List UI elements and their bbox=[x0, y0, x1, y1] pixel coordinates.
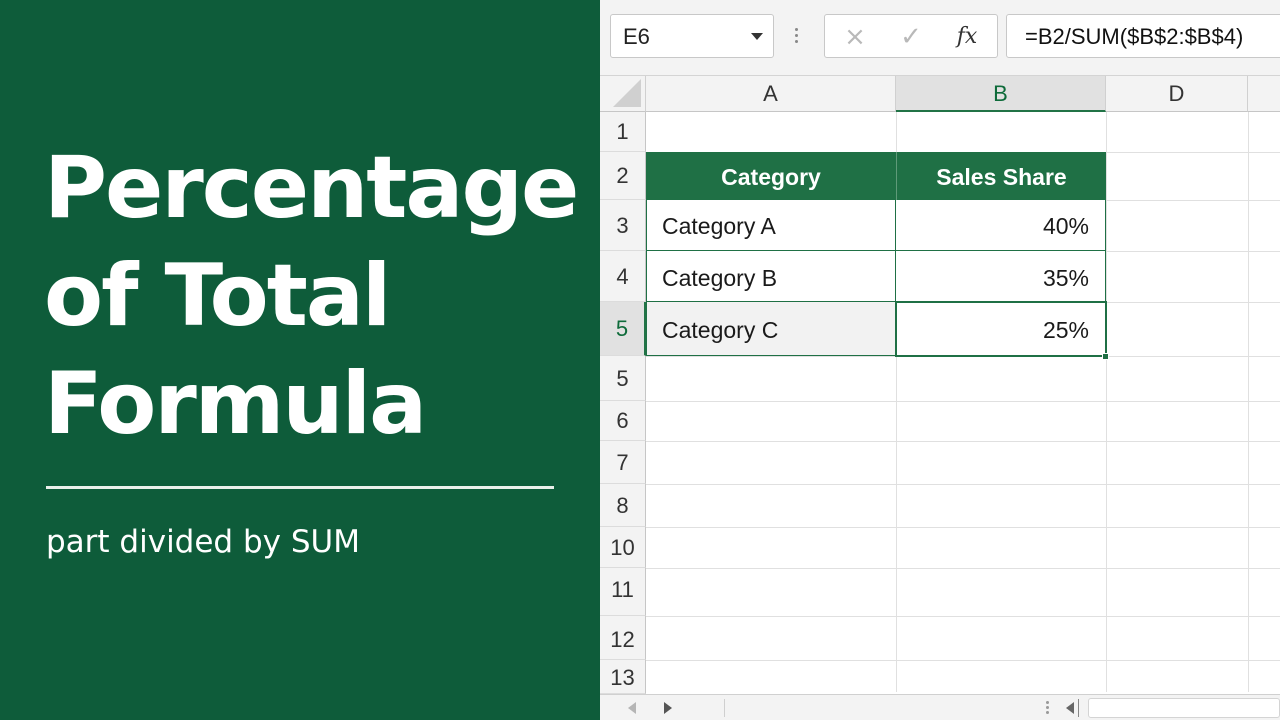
row-header-12[interactable]: 12 bbox=[600, 616, 646, 660]
row-header-2[interactable]: 2 bbox=[600, 152, 646, 200]
horizontal-scroll-left-icon[interactable] bbox=[1066, 702, 1074, 714]
column-header-b[interactable]: B bbox=[896, 76, 1106, 112]
row-header-6[interactable]: 6 bbox=[600, 401, 646, 441]
row-header-8[interactable]: 8 bbox=[600, 484, 646, 527]
horizontal-scrollbar[interactable] bbox=[1088, 698, 1280, 718]
grid-line bbox=[646, 660, 1280, 661]
title-divider bbox=[46, 486, 554, 489]
formula-buttons: × ✓ fx bbox=[824, 14, 998, 58]
select-all-corner[interactable] bbox=[600, 76, 646, 112]
table-header-sales-share[interactable]: Sales Share bbox=[896, 152, 1106, 200]
scroll-left-icon[interactable] bbox=[628, 702, 636, 714]
title-panel: Percentage of Total Formula part divided… bbox=[0, 0, 600, 720]
row-header-5[interactable]: 5 bbox=[600, 302, 646, 356]
page-subtitle: part divided by SUM bbox=[46, 524, 360, 560]
table-cell-category[interactable]: Category B bbox=[646, 251, 896, 302]
grid-line bbox=[646, 484, 1280, 485]
row-header-13[interactable]: 13 bbox=[600, 660, 646, 694]
formula-bar: E6 × ✓ fx =B2/SUM($B$2:$B$4) bbox=[600, 0, 1280, 76]
column-header-d[interactable]: D bbox=[1106, 76, 1248, 112]
row-header-3[interactable]: 3 bbox=[600, 200, 646, 251]
table-cell-category[interactable]: Category C bbox=[646, 302, 896, 356]
row-header-7[interactable]: 7 bbox=[600, 441, 646, 484]
title-line-1: Percentage bbox=[44, 138, 579, 238]
name-box-value: E6 bbox=[623, 24, 650, 49]
formula-input[interactable]: =B2/SUM($B$2:$B$4) bbox=[1006, 14, 1280, 58]
grid-line bbox=[646, 527, 1280, 528]
check-icon[interactable]: ✓ bbox=[883, 15, 939, 59]
spreadsheet: E6 × ✓ fx =B2/SUM($B$2:$B$4) A B D 1 2 3… bbox=[600, 0, 1280, 720]
table-cell-share[interactable]: 40% bbox=[896, 200, 1106, 251]
column-header-a[interactable]: A bbox=[646, 76, 896, 112]
row-header-11[interactable]: 11 bbox=[600, 568, 646, 616]
table-cell-share[interactable]: 25% bbox=[896, 302, 1106, 356]
split-handle-icon[interactable] bbox=[1046, 701, 1049, 715]
sheet-tab-bar bbox=[600, 694, 1280, 720]
grid-line bbox=[1248, 112, 1249, 692]
insert-function-icon[interactable]: fx bbox=[939, 15, 995, 59]
scroll-right-icon[interactable] bbox=[664, 702, 672, 714]
grid-line bbox=[646, 441, 1280, 442]
table-header-category[interactable]: Category bbox=[646, 152, 896, 200]
title-line-2: of Total bbox=[44, 246, 391, 346]
fill-handle[interactable] bbox=[1102, 353, 1109, 360]
grid-line bbox=[646, 356, 1280, 357]
chevron-down-icon[interactable] bbox=[751, 33, 763, 40]
page-title: Percentage of Total Formula bbox=[44, 134, 584, 458]
grid-line bbox=[646, 401, 1280, 402]
row-header-5b[interactable]: 5 bbox=[600, 356, 646, 401]
column-header-next[interactable] bbox=[1248, 76, 1280, 112]
title-line-3: Formula bbox=[44, 354, 427, 454]
grid-line bbox=[646, 616, 1280, 617]
cancel-icon[interactable]: × bbox=[827, 15, 883, 59]
grid-line bbox=[646, 568, 1280, 569]
row-header-4[interactable]: 4 bbox=[600, 251, 646, 302]
table-cell-share[interactable]: 35% bbox=[896, 251, 1106, 302]
divider bbox=[724, 699, 725, 717]
row-header-10[interactable]: 10 bbox=[600, 527, 646, 568]
table-cell-category[interactable]: Category A bbox=[646, 200, 896, 251]
name-box[interactable]: E6 bbox=[610, 14, 774, 58]
row-header-1[interactable]: 1 bbox=[600, 112, 646, 152]
scroll-stop-icon bbox=[1078, 699, 1079, 717]
drag-handle-icon[interactable] bbox=[795, 28, 799, 46]
grid-line bbox=[1106, 112, 1107, 692]
